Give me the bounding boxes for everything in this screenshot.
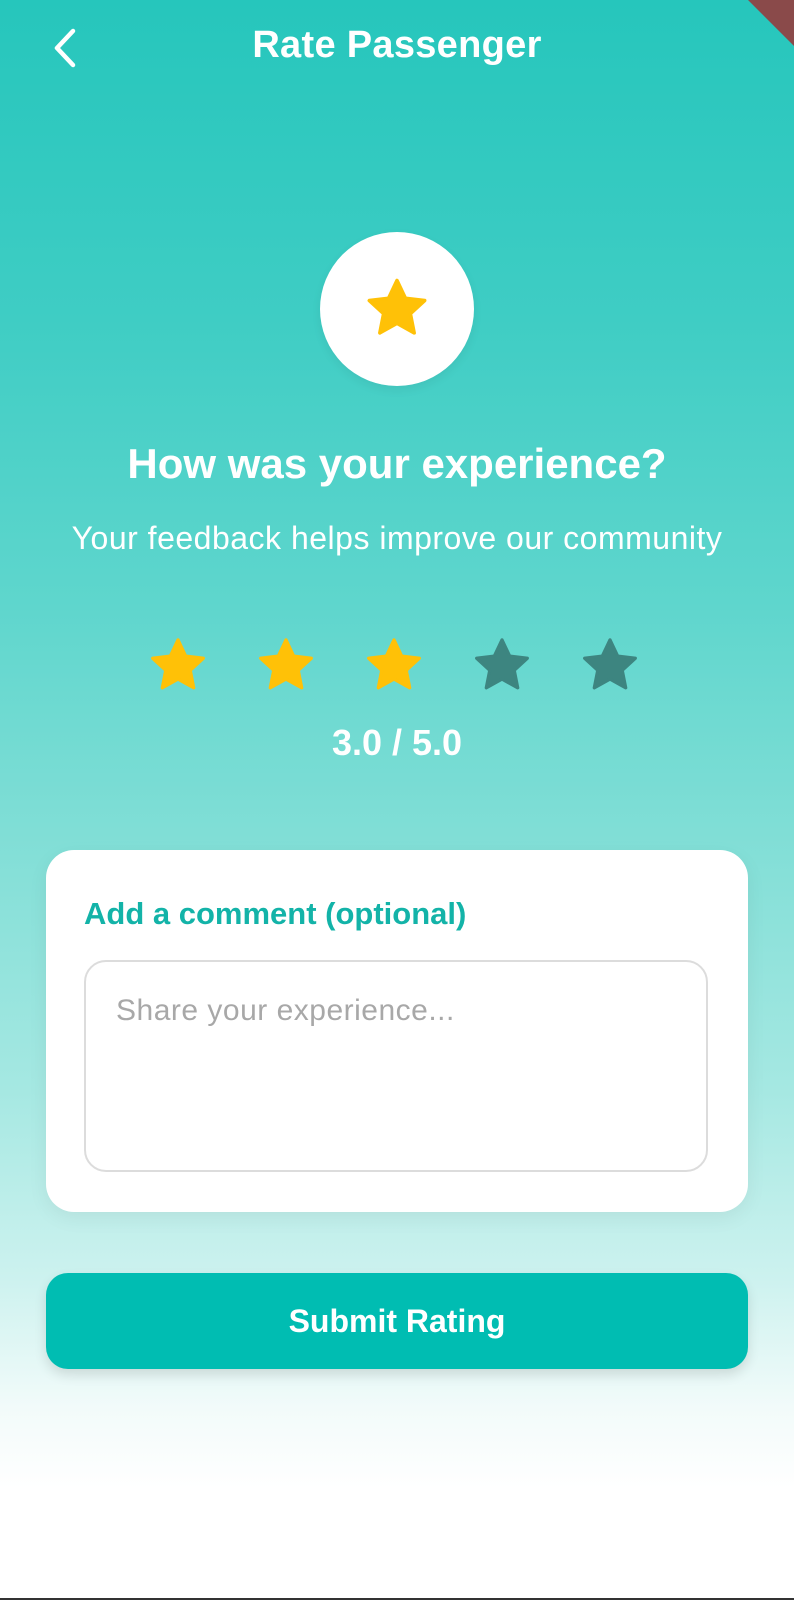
star-icon[interactable] xyxy=(470,634,534,698)
star-icon xyxy=(367,278,427,335)
headline: How was your experience? xyxy=(127,440,667,487)
hero-icon-circle xyxy=(320,232,474,386)
subline: Your feedback helps improve our communit… xyxy=(71,520,723,556)
app-bar: Rate Passenger xyxy=(0,0,794,96)
comment-card: Add a comment (optional) xyxy=(46,850,748,1212)
comment-label: Add a comment (optional) xyxy=(84,896,467,931)
star-icon[interactable] xyxy=(146,634,210,698)
star-icon[interactable] xyxy=(578,634,642,698)
page-title: Rate Passenger xyxy=(252,24,542,66)
star-rating xyxy=(146,634,646,698)
rating-value: 3.0 / 5.0 xyxy=(331,722,463,763)
comment-input[interactable] xyxy=(84,960,708,1172)
star-icon[interactable] xyxy=(362,634,426,698)
submit-rating-button[interactable]: Submit Rating xyxy=(46,1273,748,1369)
star-icon[interactable] xyxy=(254,634,318,698)
